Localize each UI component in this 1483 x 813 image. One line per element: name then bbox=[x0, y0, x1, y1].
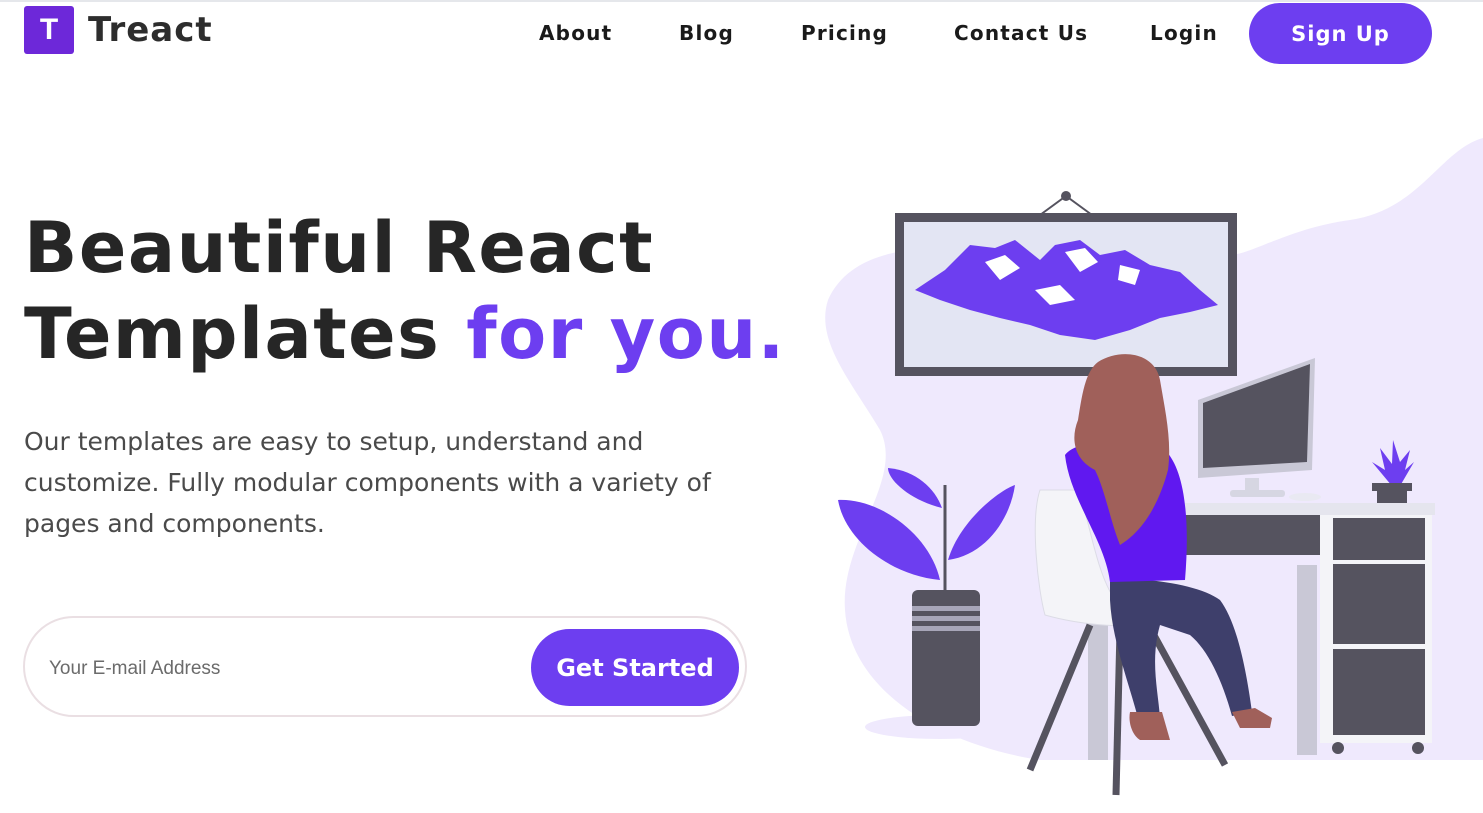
nav-link-about[interactable]: About bbox=[539, 21, 612, 45]
cabinet-drawer-2 bbox=[1333, 564, 1425, 644]
hero-title: Beautiful React Templates for you. bbox=[24, 205, 786, 377]
hero-description: Our templates are easy to setup, underst… bbox=[24, 427, 711, 538]
get-started-button[interactable]: Get Started bbox=[531, 629, 739, 706]
desk-top bbox=[1170, 503, 1435, 515]
hero-title-accent: for you. bbox=[466, 293, 786, 375]
cabinet-drawer-3 bbox=[1333, 649, 1425, 735]
hero-title-line2: Templates bbox=[24, 293, 441, 375]
nav-link-login[interactable]: Login bbox=[1150, 21, 1218, 45]
chair-leg-2 bbox=[1112, 629, 1124, 796]
cabinet-drawer-1 bbox=[1333, 518, 1425, 560]
site-header: T Treact About Blog Pricing Contact Us L… bbox=[0, 2, 1483, 66]
email-signup-form: Get Started bbox=[23, 616, 747, 717]
email-input[interactable] bbox=[47, 646, 491, 692]
desk-plant-rim bbox=[1372, 483, 1412, 491]
logo-link[interactable]: T Treact bbox=[24, 6, 213, 54]
woman-at-desk-illustration bbox=[825, 138, 1483, 796]
desk-drawer bbox=[1175, 515, 1320, 555]
desk-plant-pot bbox=[1377, 490, 1407, 503]
logo-text: Treact bbox=[88, 10, 213, 50]
nav-link-pricing[interactable]: Pricing bbox=[801, 21, 888, 45]
hero-title-line1: Beautiful React bbox=[24, 207, 655, 289]
cabinet-wheel-left bbox=[1332, 742, 1344, 754]
nav-link-blog[interactable]: Blog bbox=[679, 21, 734, 45]
desk-leg bbox=[1297, 565, 1317, 755]
pot-stripe-1 bbox=[912, 606, 980, 611]
nav-link-contact-us[interactable]: Contact Us bbox=[954, 21, 1088, 45]
pot-stripe-2 bbox=[912, 616, 980, 621]
mouse bbox=[1289, 493, 1321, 501]
logo-icon: T bbox=[24, 6, 74, 54]
monitor-stand bbox=[1245, 478, 1259, 492]
pot-stripe-3 bbox=[912, 626, 980, 631]
cabinet-wheel-right bbox=[1412, 742, 1424, 754]
sign-up-button[interactable]: Sign Up bbox=[1249, 3, 1432, 64]
monitor-base bbox=[1230, 490, 1285, 497]
